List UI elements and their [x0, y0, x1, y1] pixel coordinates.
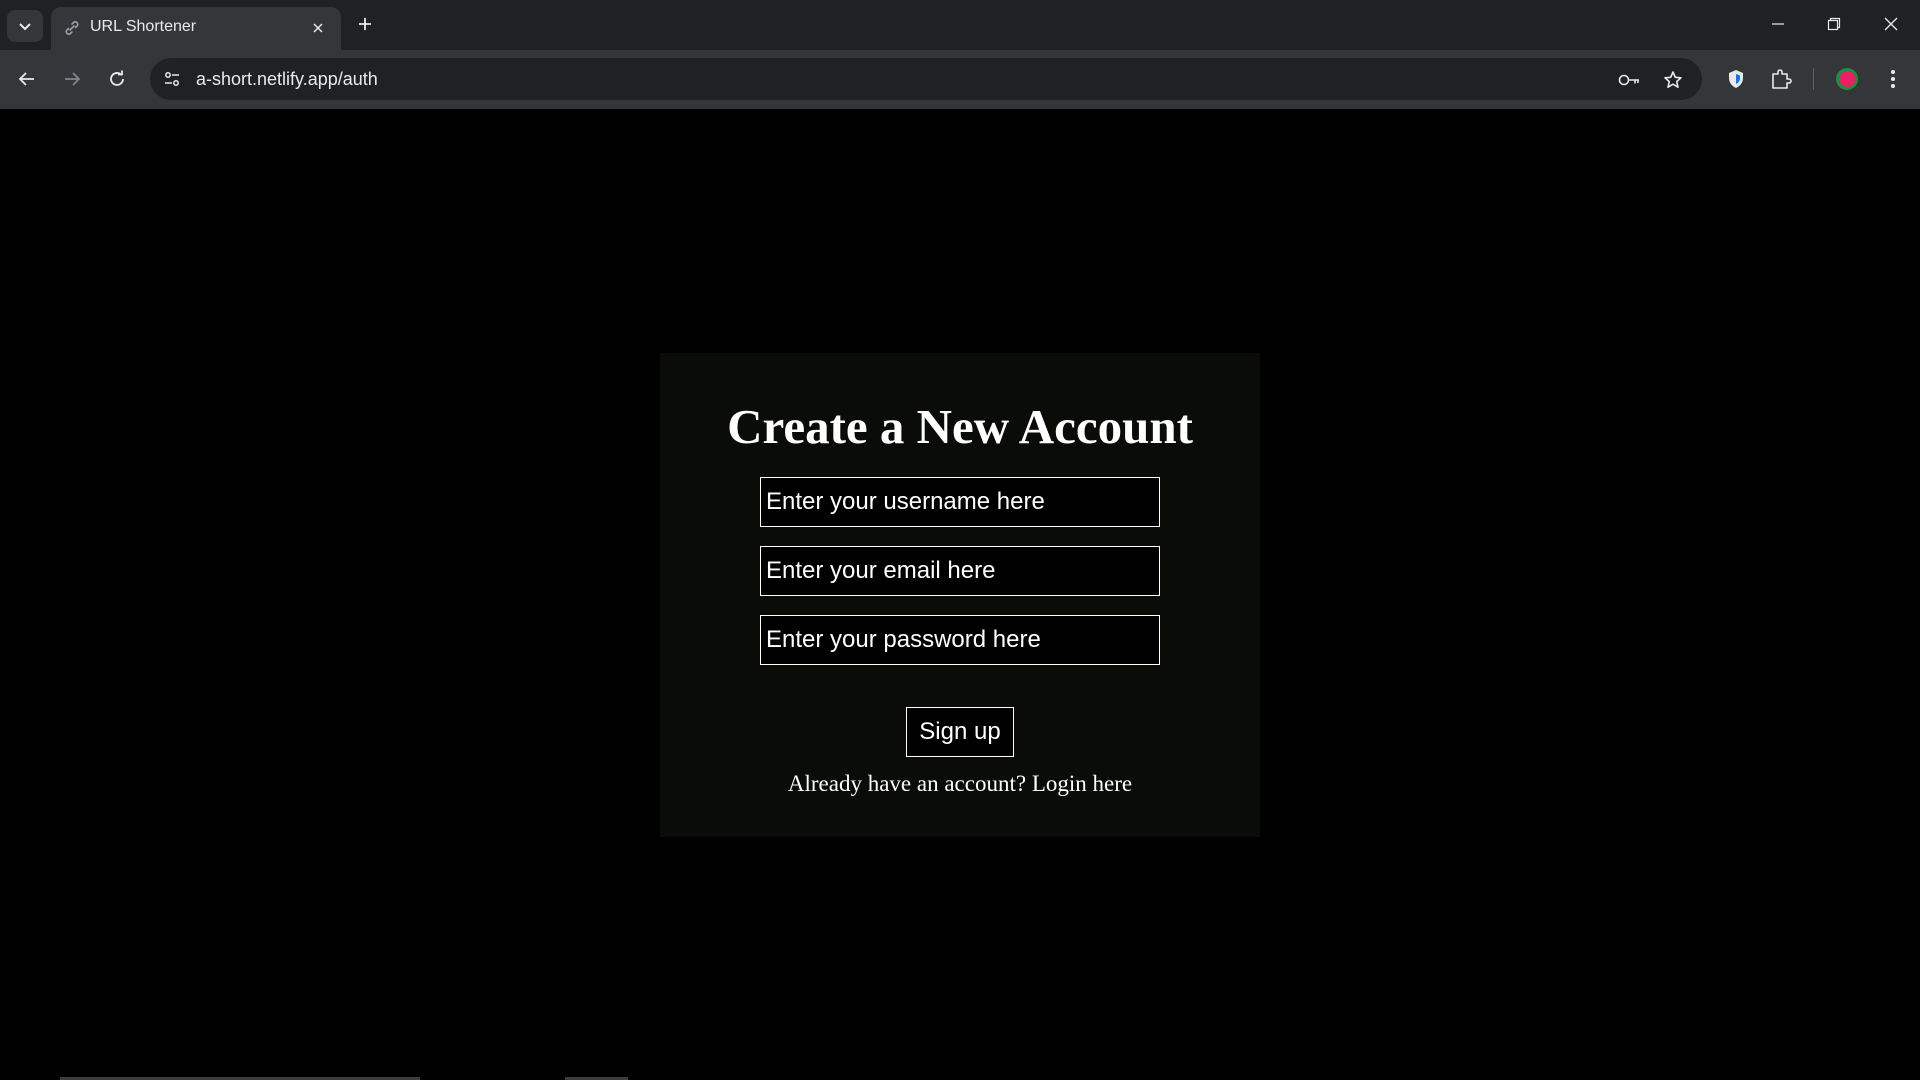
- close-icon: [313, 23, 323, 33]
- password-key-icon: [1618, 74, 1639, 86]
- form-heading: Create a New Account: [727, 399, 1193, 454]
- restore-button[interactable]: [1812, 6, 1856, 42]
- address-bar[interactable]: a-short.netlify.app/auth: [150, 58, 1702, 100]
- bookmark-star-button[interactable]: [1660, 67, 1686, 93]
- forward-icon: [65, 72, 81, 86]
- extensions-icon: [1772, 69, 1792, 89]
- login-prompt-line: Already have an account? Login here: [660, 771, 1260, 797]
- site-info-icon: [165, 72, 179, 86]
- back-icon: [18, 72, 34, 86]
- minimize-icon: [1772, 23, 1784, 25]
- profile-icon: [1836, 68, 1858, 90]
- tab-close-button[interactable]: [307, 17, 329, 39]
- shield-extension-button[interactable]: [1721, 64, 1751, 94]
- window-close-icon: [1884, 17, 1898, 31]
- password-key-button[interactable]: [1617, 67, 1643, 93]
- star-icon: [1664, 71, 1682, 88]
- restore-icon: [1827, 17, 1841, 31]
- profile-button[interactable]: [1832, 64, 1862, 94]
- window-close-button[interactable]: [1869, 6, 1913, 42]
- tab-search-button[interactable]: [7, 10, 43, 42]
- username-input[interactable]: [760, 477, 1160, 527]
- menu-dots-icon: [1891, 70, 1895, 88]
- toolbar-divider: [1813, 68, 1814, 90]
- browser-toolbar: a-short.netlify.app/auth: [0, 50, 1920, 109]
- tab-title: URL Shortener: [90, 18, 197, 35]
- new-tab-button[interactable]: [351, 10, 379, 38]
- tab-strip: URL Shortener: [0, 0, 1920, 50]
- reload-button[interactable]: [101, 63, 133, 95]
- minimize-button[interactable]: [1756, 6, 1800, 42]
- extensions-button[interactable]: [1766, 64, 1796, 94]
- reload-icon: [110, 70, 124, 86]
- chevron-down-icon: [19, 23, 31, 31]
- email-input[interactable]: [760, 546, 1160, 596]
- signup-button[interactable]: Sign up: [906, 707, 1014, 757]
- signup-card: Create a New Account Sign up Already hav…: [660, 353, 1260, 837]
- back-button[interactable]: [11, 63, 43, 95]
- plus-icon: [359, 18, 371, 30]
- site-info-button[interactable]: [160, 67, 184, 91]
- shield-icon: [1729, 70, 1743, 88]
- login-link[interactable]: Login here: [1032, 771, 1132, 796]
- browser-menu-button[interactable]: [1878, 64, 1908, 94]
- forward-button[interactable]: [56, 63, 88, 95]
- link-icon: [65, 21, 79, 35]
- login-prompt-text: Already have an account?: [787, 771, 1027, 796]
- page-content: Create a New Account Sign up Already hav…: [0, 109, 1920, 1080]
- url-text[interactable]: a-short.netlify.app/auth: [196, 69, 378, 90]
- password-input[interactable]: [760, 615, 1160, 665]
- active-tab[interactable]: URL Shortener: [51, 7, 341, 50]
